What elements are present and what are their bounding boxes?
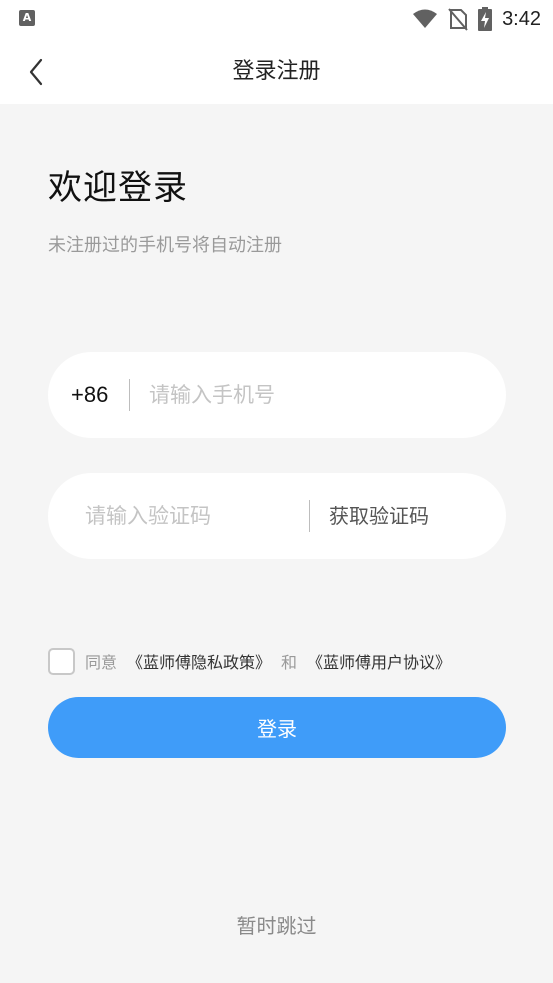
battery-charging-icon [478,7,493,31]
wifi-icon [413,9,438,28]
status-icons: 3:42 [412,6,541,32]
skip-button[interactable]: 暂时跳过 [0,910,553,939]
chevron-left-icon [29,58,43,86]
privacy-policy-link[interactable]: 《蓝师傅隐私政策》 [127,649,271,673]
nav-bar: 登录注册 [0,40,553,104]
clock: 3:42 [502,7,541,30]
divider [129,379,130,411]
page-title: 登录注册 [232,59,321,84]
divider [309,500,310,532]
phone-field: +86 [48,352,506,438]
welcome-subtitle: 未注册过的手机号将自动注册 [48,235,282,256]
code-field: 获取验证码 [48,473,506,559]
agreement-checkbox[interactable] [48,647,75,675]
no-sim-icon [448,8,468,31]
get-code-button[interactable]: 获取验证码 [329,473,429,559]
phone-input[interactable] [149,352,479,438]
welcome-title: 欢迎登录 [48,168,188,208]
verification-code-input[interactable] [85,473,305,559]
agree-label: 同意 [85,653,118,672]
and-label: 和 [281,653,298,672]
app-notification-icon: A [19,10,35,26]
status-bar: A 3:42 [0,0,553,40]
agreement-row: 同意 《蓝师傅隐私政策》 和 《蓝师傅用户协议》 [48,647,451,675]
country-code[interactable]: +86 [71,352,108,438]
back-button[interactable] [14,50,58,94]
user-agreement-link[interactable]: 《蓝师傅用户协议》 [307,649,451,673]
login-button[interactable]: 登录 [48,697,506,758]
